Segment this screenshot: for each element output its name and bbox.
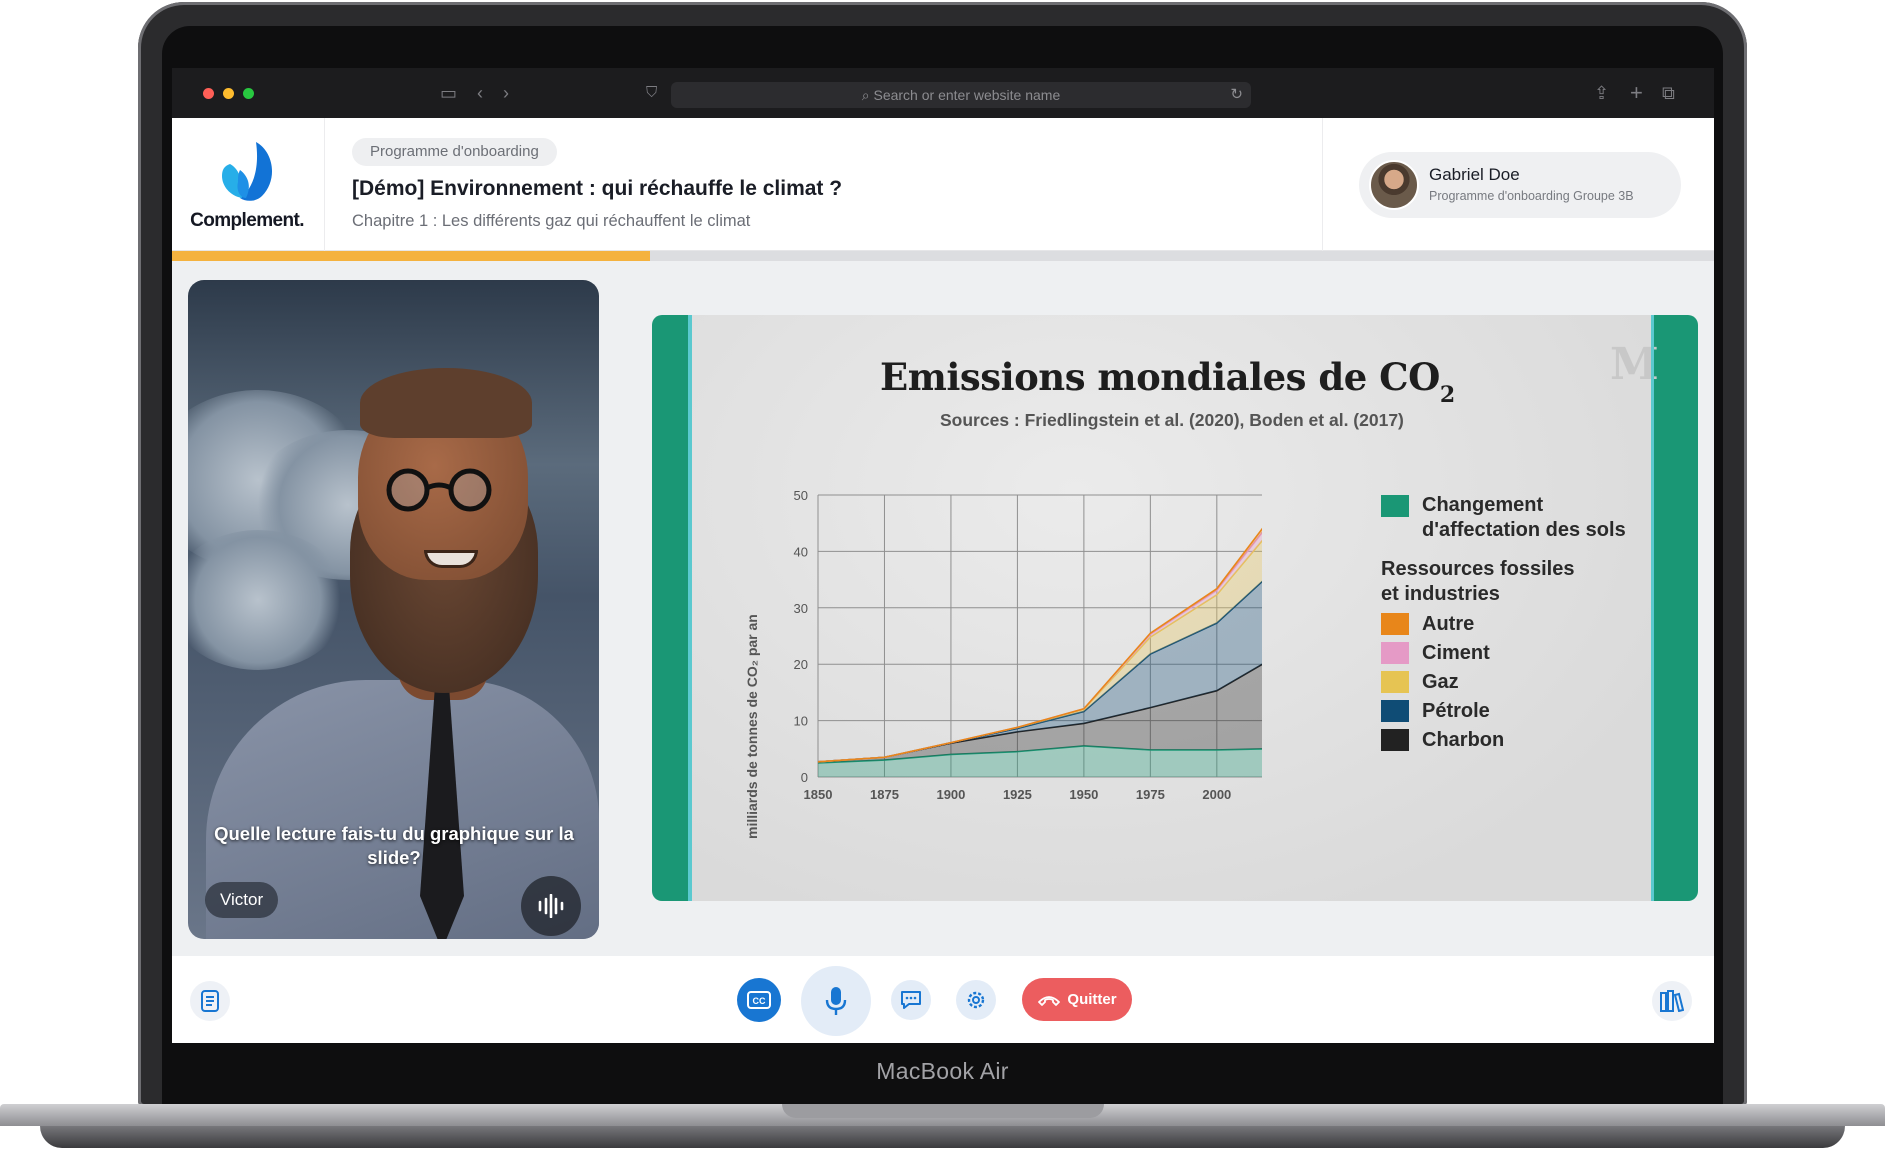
chat-icon xyxy=(901,991,921,1009)
legend-swatch xyxy=(1381,642,1409,664)
audio-level-button[interactable] xyxy=(521,876,581,936)
legend-label: Changement d'affectation des sols xyxy=(1422,494,1626,541)
program-chip: Programme d'onboarding xyxy=(352,138,557,166)
close-window-button[interactable] xyxy=(203,88,214,99)
user-name: Gabriel Doe xyxy=(1429,165,1520,184)
x-tick-label: 1950 xyxy=(1069,787,1098,802)
minimize-window-button[interactable] xyxy=(223,88,234,99)
legend-label: Autre xyxy=(1422,613,1475,635)
search-icon: ⌕ xyxy=(861,87,874,103)
captions-button[interactable]: CC xyxy=(737,978,781,1022)
brand-name: Complement. xyxy=(190,210,304,231)
tab-overview-icon[interactable]: ⧉ xyxy=(1662,82,1675,104)
call-controls: CC Quitter xyxy=(172,956,1714,1043)
chat-button[interactable] xyxy=(891,980,931,1020)
legend-swatch xyxy=(1381,671,1409,693)
x-tick-label: 1850 xyxy=(804,787,833,802)
x-tick-label: 1925 xyxy=(1003,787,1032,802)
sidebar-toggle-icon[interactable]: ▭ xyxy=(440,82,457,104)
browser-toolbar: ▭ ‹ › ⛉ ⌕ Search or enter website name ↻… xyxy=(172,68,1714,118)
microphone-button[interactable] xyxy=(801,966,871,1036)
chart-title: Emissions mondiales de CO2 xyxy=(880,355,1455,408)
y-tick-label: 10 xyxy=(794,714,808,729)
y-tick-label: 20 xyxy=(794,657,808,672)
chart-y-axis-label: milliards de tonnes de CO₂ par an xyxy=(744,614,760,839)
slide-paper: Emissions mondiales de CO2 Sources : Fri… xyxy=(692,315,1659,901)
presentation-slide: Emissions mondiales de CO2 Sources : Fri… xyxy=(652,315,1698,901)
library-button[interactable] xyxy=(1652,981,1692,1021)
new-tab-icon[interactable]: + xyxy=(1630,82,1643,104)
app-header: Complement. Programme d'onboarding [Démo… xyxy=(172,118,1714,251)
x-tick-label: 1875 xyxy=(870,787,899,802)
x-tick-label: 1975 xyxy=(1136,787,1165,802)
slide-edge xyxy=(1651,315,1654,901)
avatar-video: Quelle lecture fais-tu du graphique sur … xyxy=(188,280,599,939)
settings-icon xyxy=(967,991,985,1009)
quit-button[interactable]: Quitter xyxy=(1022,978,1132,1021)
y-tick-label: 0 xyxy=(801,770,808,785)
legend-swatch xyxy=(1381,495,1409,517)
device-frame: MacBook Air ▭ ‹ › ⛉ ⌕ Search or enter we… xyxy=(0,0,1885,1150)
address-bar[interactable]: ⌕ Search or enter website name ↻ xyxy=(671,82,1251,108)
legend-label: Charbon xyxy=(1422,729,1505,751)
course-progress-fill xyxy=(172,251,651,261)
chapter-title: Chapitre 1 : Les différents gaz qui réch… xyxy=(352,212,751,230)
y-tick-label: 30 xyxy=(794,601,808,616)
transcript-button[interactable] xyxy=(190,981,230,1021)
phone-hangup-icon xyxy=(1038,995,1061,1006)
user-profile[interactable]: Gabriel Doe Programme d'onboarding Group… xyxy=(1359,152,1681,218)
avatar xyxy=(1369,160,1419,210)
avatar-hair xyxy=(360,368,532,438)
library-icon xyxy=(1660,990,1684,1012)
screen: ▭ ‹ › ⛉ ⌕ Search or enter website name ↻… xyxy=(172,68,1714,1043)
x-tick-label: 2000 xyxy=(1202,787,1231,802)
slide-edge xyxy=(688,315,692,901)
lesson-area: Quelle lecture fais-tu du graphique sur … xyxy=(172,261,1714,956)
logo-mark-icon xyxy=(222,142,273,201)
laptop-notch xyxy=(782,1104,1104,1118)
y-tick-label: 40 xyxy=(794,544,808,559)
address-placeholder: Search or enter website name xyxy=(873,87,1061,103)
video-caption: Quelle lecture fais-tu du graphique sur … xyxy=(214,823,574,868)
legend-swatch xyxy=(1381,700,1409,722)
privacy-shield-icon[interactable]: ⛉ xyxy=(646,82,657,104)
transcript-icon xyxy=(201,990,219,1012)
svg-text:CC: CC xyxy=(753,996,766,1006)
laptop-base-bottom xyxy=(40,1126,1845,1148)
back-icon[interactable]: ‹ xyxy=(477,82,483,104)
waveform-icon xyxy=(538,894,564,918)
course-progress-bar xyxy=(172,251,1714,261)
legend-label: Pétrole xyxy=(1422,700,1490,722)
zoom-window-button[interactable] xyxy=(243,88,254,99)
chart-source: Sources : Friedlingstein et al. (2020), … xyxy=(940,410,1404,430)
legend-label: Gaz xyxy=(1422,671,1459,693)
reload-icon[interactable]: ↻ xyxy=(1230,82,1243,108)
slide-watermark-logo: M xyxy=(1610,339,1659,390)
logo[interactable]: Complement. xyxy=(172,118,325,251)
legend-label: Ciment xyxy=(1422,642,1490,664)
chart-title-subscript: 2 xyxy=(1439,382,1455,408)
y-tick-label: 50 xyxy=(794,488,808,503)
speaker-name: Victor xyxy=(205,882,279,918)
legend-swatch xyxy=(1381,613,1409,635)
x-tick-label: 1900 xyxy=(936,787,965,802)
user-group: Programme d'onboarding Groupe 3B xyxy=(1429,189,1634,203)
settings-button[interactable] xyxy=(956,980,996,1020)
device-label: MacBook Air xyxy=(876,1058,1009,1084)
legend-swatch xyxy=(1381,729,1409,751)
chart-title-text: Emissions mondiales de CO xyxy=(880,355,1440,399)
forward-icon[interactable]: › xyxy=(503,82,509,104)
microphone-icon xyxy=(825,987,847,1015)
quit-label: Quitter xyxy=(1067,991,1117,1008)
emissions-chart: 0 10 20 30 40 50 1850 1875 1900 1925 1950 1975 2000 xyxy=(794,488,1262,802)
captions-icon: CC xyxy=(747,991,771,1009)
course-title: [Démo] Environnement : qui réchauffe le … xyxy=(352,177,843,200)
avatar-glasses xyxy=(386,468,492,512)
header-divider xyxy=(1322,118,1323,251)
share-icon[interactable]: ⇪ xyxy=(1594,82,1609,104)
legend-group-heading: Ressources fossiles et industries xyxy=(1381,558,1575,605)
